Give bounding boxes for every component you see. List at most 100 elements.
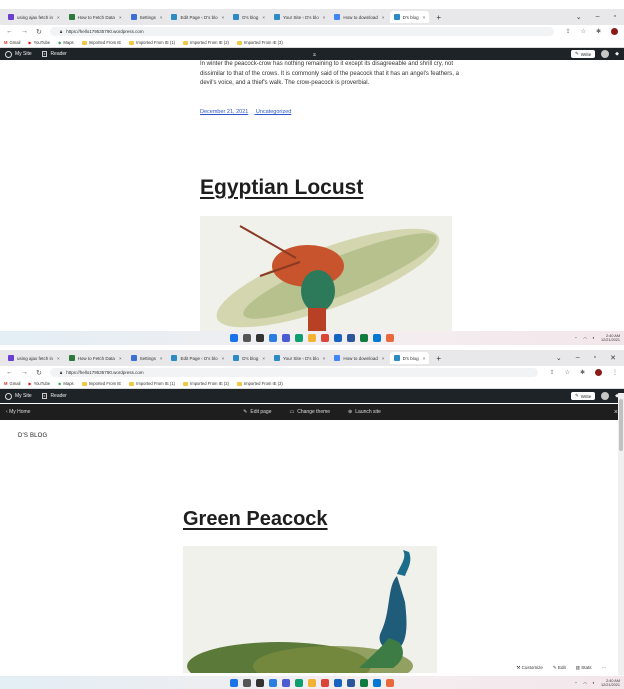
bookmark-folder[interactable]: Imported From IE: [81, 381, 121, 386]
close-icon[interactable]: ×: [160, 15, 163, 20]
close-icon[interactable]: ×: [262, 356, 265, 361]
bookmark-youtube[interactable]: ▶ YouTube: [28, 40, 50, 45]
close-icon[interactable]: ×: [119, 15, 122, 20]
launch-site-button[interactable]: ⊕ Launch site: [348, 409, 381, 415]
bookmark-folder[interactable]: Imported From IE (3): [236, 40, 283, 45]
close-icon[interactable]: ×: [160, 356, 163, 361]
notifications-icon[interactable]: ◆: [615, 51, 619, 57]
app-icon[interactable]: [360, 334, 368, 342]
minimize-button[interactable]: –: [596, 13, 600, 21]
close-window-button[interactable]: ✕: [610, 354, 616, 362]
stats-button[interactable]: ▥ Stats: [576, 665, 592, 671]
tab-active[interactable]: D's blog ×: [389, 11, 430, 23]
maximize-button[interactable]: ▫: [614, 13, 616, 21]
write-button[interactable]: ✎ Write: [570, 50, 596, 58]
star-icon[interactable]: ☆: [581, 28, 586, 35]
bookmark-folder[interactable]: Imported From IE (3): [236, 381, 283, 386]
back-icon[interactable]: ←: [6, 369, 13, 377]
volume-icon[interactable]: 🔈︎: [593, 681, 595, 685]
tab[interactable]: How to download ×: [330, 11, 388, 23]
close-icon[interactable]: ×: [423, 356, 426, 361]
app-icon[interactable]: [360, 679, 368, 687]
new-tab-button[interactable]: +: [436, 354, 441, 363]
url-field[interactable]: 🔒︎ https://hello179535790.wordpress.com: [49, 27, 554, 36]
file-explorer-icon[interactable]: [308, 334, 316, 342]
more-icon[interactable]: ⋯: [602, 665, 607, 671]
reload-icon[interactable]: ↻: [36, 369, 42, 377]
tab[interactable]: using ajax fetch in ×: [4, 352, 64, 364]
store-icon[interactable]: [334, 334, 342, 342]
search-icon[interactable]: [243, 679, 251, 687]
my-site-link[interactable]: My Site: [5, 392, 32, 400]
tab[interactable]: Settings ×: [127, 352, 167, 364]
bookmark-gmail[interactable]: M Gmail: [4, 381, 20, 386]
avatar[interactable]: [601, 392, 610, 400]
post-title[interactable]: Egyptian Locust: [200, 176, 363, 200]
task-view-icon[interactable]: [256, 334, 264, 342]
tab[interactable]: Edit Page ‹ D's blo ×: [167, 352, 228, 364]
word-icon[interactable]: [347, 334, 355, 342]
word-icon[interactable]: [347, 679, 355, 687]
tab[interactable]: D's blog ×: [229, 352, 269, 364]
search-icon[interactable]: [243, 334, 251, 342]
close-icon[interactable]: ×: [222, 15, 225, 20]
file-explorer-icon[interactable]: [308, 679, 316, 687]
tab[interactable]: Your Site ‹ D's blo ×: [270, 11, 329, 23]
clock[interactable]: 2:40 AM 12/21/2021: [601, 679, 620, 688]
tab[interactable]: How to Fetch Data ×: [65, 352, 126, 364]
close-icon[interactable]: ×: [119, 356, 122, 361]
edge-icon[interactable]: [295, 334, 303, 342]
bookmark-folder[interactable]: Imported From IE: [81, 40, 121, 45]
star-icon[interactable]: ☆: [565, 369, 570, 376]
windows-start-icon[interactable]: [230, 679, 238, 687]
post-category-link[interactable]: Uncategorized: [256, 109, 291, 115]
windows-start-icon[interactable]: [230, 334, 238, 342]
chrome-icon[interactable]: [321, 679, 329, 687]
customize-button[interactable]: ⚒ Customize: [516, 665, 543, 671]
post-title[interactable]: Green Peacock: [183, 508, 328, 531]
clock[interactable]: 2:40 AM 12/21/2021: [601, 334, 620, 343]
tab[interactable]: How to Fetch Data ×: [65, 11, 126, 23]
reader-link[interactable]: ≡ Reader: [41, 51, 67, 57]
share-icon[interactable]: ⇪: [550, 369, 555, 376]
extensions-icon[interactable]: ✱: [596, 28, 601, 35]
tab[interactable]: Settings ×: [127, 11, 167, 23]
change-theme-button[interactable]: ▭ Change theme: [290, 409, 331, 415]
bookmark-maps[interactable]: ◆ Maps: [58, 381, 73, 386]
close-icon[interactable]: ×: [57, 15, 60, 20]
tab[interactable]: using ajax fetch in ×: [4, 11, 64, 23]
task-view-icon[interactable]: [256, 679, 264, 687]
site-title[interactable]: D'S BLOG: [18, 433, 47, 439]
collapse-icon[interactable]: ⌅: [312, 51, 317, 58]
chevron-down-icon[interactable]: ⌄: [556, 354, 562, 362]
forward-icon[interactable]: →: [21, 369, 28, 377]
bookmark-maps[interactable]: ◆ Maps: [58, 40, 73, 45]
close-icon[interactable]: ×: [323, 356, 326, 361]
chevron-up-icon[interactable]: ⌃: [574, 336, 577, 341]
edit-button[interactable]: ✎ Edit: [553, 665, 566, 671]
close-icon[interactable]: ×: [382, 15, 385, 20]
bookmark-folder[interactable]: Imported From IE (1): [129, 40, 175, 45]
profile-icon[interactable]: [595, 369, 602, 376]
close-icon[interactable]: ×: [323, 15, 326, 20]
reader-link[interactable]: ≡ Reader: [41, 393, 67, 399]
my-home-link[interactable]: ‹ My Home: [6, 409, 30, 415]
bookmark-folder[interactable]: Imported From IE (1): [129, 381, 175, 386]
chrome-icon[interactable]: [321, 334, 329, 342]
close-icon[interactable]: ×: [423, 15, 426, 20]
share-icon[interactable]: ⇪: [566, 28, 571, 35]
bookmark-folder[interactable]: Imported From IE (2): [183, 40, 229, 45]
mail-icon[interactable]: [373, 334, 381, 342]
post-date-link[interactable]: December 21, 2021: [200, 109, 248, 115]
edit-page-button[interactable]: ✎ Edit page: [243, 409, 271, 415]
avatar[interactable]: [601, 50, 610, 58]
chat-icon[interactable]: [282, 679, 290, 687]
tab[interactable]: Edit Page ‹ D's blo ×: [167, 11, 228, 23]
back-icon[interactable]: ←: [6, 28, 13, 36]
my-site-link[interactable]: My Site: [5, 50, 32, 58]
office-icon[interactable]: [386, 679, 394, 687]
url-field[interactable]: 🔒︎ https://hello179535790.wordpress.com: [49, 368, 538, 377]
wifi-icon[interactable]: ◠: [583, 336, 586, 341]
reload-icon[interactable]: ↻: [36, 28, 42, 36]
office-icon[interactable]: [386, 334, 394, 342]
